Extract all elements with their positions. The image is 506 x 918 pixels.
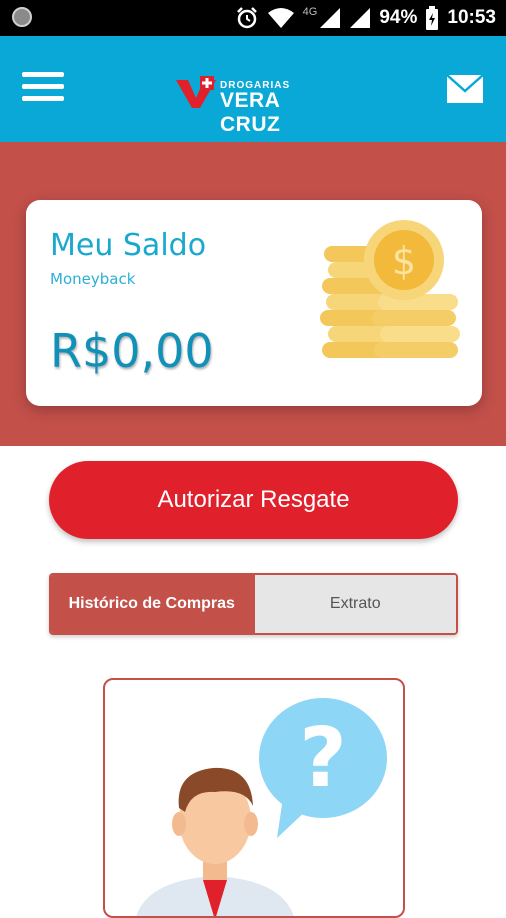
svg-text:?: ? (299, 711, 347, 806)
mail-icon[interactable] (446, 74, 484, 104)
hamburger-menu-icon[interactable] (22, 72, 64, 106)
status-bar: 4G 94% 10:53 (0, 0, 506, 36)
tab-statement[interactable]: Extrato (252, 575, 456, 633)
logo-big-text: VERA CRUZ (220, 89, 281, 136)
tab-bar: Histórico de Compras Extrato (49, 573, 458, 635)
signal-icon-secondary (350, 8, 371, 28)
coins-stack-icon: $ (320, 220, 460, 358)
balance-value: R$0,00 (50, 324, 214, 378)
alarm-icon (236, 7, 257, 29)
balance-title: Meu Saldo (50, 228, 207, 263)
tab-purchase-history[interactable]: Histórico de Compras (51, 575, 253, 633)
logo-mark-icon (176, 76, 216, 108)
notification-icon (12, 7, 32, 27)
signal-icon (320, 8, 341, 28)
battery-percent: 94% (379, 7, 418, 28)
person-question-icon: ? (136, 698, 387, 916)
authorize-redeem-button[interactable]: Autorizar Resgate (49, 461, 458, 539)
balance-card: Meu Saldo Moneyback R$0,00 $ (26, 200, 482, 406)
balance-subtitle: Moneyback (50, 270, 136, 288)
network-type: 4G (302, 6, 318, 18)
battery-icon (426, 6, 439, 30)
brand-logo: DROGARIAS VERA CRUZ (176, 76, 336, 136)
status-indicators: 4G 94% 10:53 (235, 0, 496, 36)
app-bar: DROGARIAS VERA CRUZ (0, 36, 506, 142)
clock: 10:53 (447, 7, 496, 28)
wifi-icon (267, 8, 294, 28)
balance-section: Meu Saldo Moneyback R$0,00 $ (0, 142, 506, 446)
svg-text:$: $ (392, 239, 416, 283)
empty-state-panel: ? (103, 678, 405, 918)
